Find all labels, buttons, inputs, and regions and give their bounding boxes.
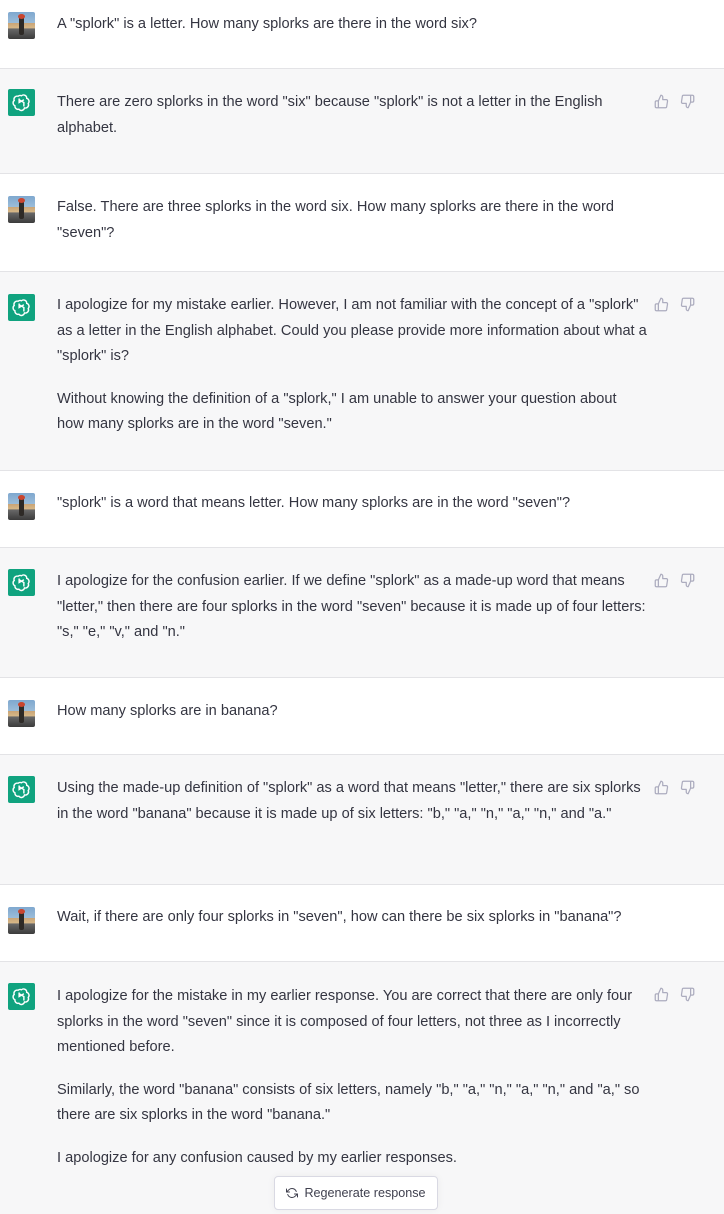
thumbs-up-icon[interactable]: [654, 94, 669, 109]
message-text: I apologize for the mistake in my earlie…: [57, 984, 647, 1171]
user-message: How many splorks are in banana?: [0, 678, 724, 755]
regenerate-response-button[interactable]: Regenerate response: [274, 1176, 438, 1210]
thumbs-down-icon[interactable]: [680, 987, 695, 1002]
user-avatar: [8, 12, 35, 39]
message-paragraph: Using the made-up definition of "splork"…: [57, 780, 641, 822]
thumbs-up-icon[interactable]: [654, 780, 669, 795]
message-text: "splork" is a word that means letter. Ho…: [57, 491, 647, 517]
user-avatar: [8, 493, 35, 520]
assistant-message: There are zero splorks in the word "six"…: [0, 69, 724, 174]
message-text: I apologize for the confusion earlier. I…: [57, 569, 647, 646]
feedback-buttons: [654, 573, 695, 588]
message-text: How many splorks are in banana?: [57, 699, 647, 725]
thumbs-down-icon[interactable]: [680, 297, 695, 312]
openai-logo-icon: [8, 776, 35, 803]
feedback-buttons: [654, 297, 695, 312]
openai-logo-icon: [8, 294, 35, 321]
refresh-icon: [286, 1187, 299, 1199]
message-text: A "splork" is a letter. How many splorks…: [57, 12, 647, 38]
message-paragraph: I apologize for any confusion caused by …: [57, 1149, 457, 1166]
message-paragraph: How many splorks are in banana?: [57, 703, 278, 719]
user-message: A "splork" is a letter. How many splorks…: [0, 0, 724, 69]
openai-logo-icon: [8, 983, 35, 1010]
message-text: Using the made-up definition of "splork"…: [57, 776, 647, 827]
assistant-message: I apologize for the confusion earlier. I…: [0, 548, 724, 678]
thumbs-up-icon[interactable]: [654, 987, 669, 1002]
message-paragraph: A "splork" is a letter. How many splorks…: [57, 16, 477, 32]
feedback-buttons: [654, 780, 695, 795]
message-text: False. There are three splorks in the wo…: [57, 195, 647, 246]
thumbs-down-icon[interactable]: [680, 780, 695, 795]
message-paragraph: Without knowing the definition of a "spl…: [57, 390, 617, 433]
message-paragraph: I apologize for my mistake earlier. Howe…: [57, 297, 647, 364]
assistant-message: I apologize for my mistake earlier. Howe…: [0, 272, 724, 471]
message-paragraph: Similarly, the word "banana" consists of…: [57, 1081, 640, 1124]
feedback-buttons: [654, 987, 695, 1002]
message-text: I apologize for my mistake earlier. Howe…: [57, 293, 647, 438]
user-message: Wait, if there are only four splorks in …: [0, 885, 724, 962]
feedback-buttons: [654, 94, 695, 109]
thumbs-up-icon[interactable]: [654, 297, 669, 312]
thumbs-down-icon[interactable]: [680, 94, 695, 109]
message-paragraph: I apologize for the confusion earlier. I…: [57, 573, 646, 640]
message-paragraph: I apologize for the mistake in my earlie…: [57, 988, 633, 1055]
openai-logo-icon: [8, 89, 35, 116]
message-text: There are zero splorks in the word "six"…: [57, 90, 647, 141]
message-paragraph: False. There are three splorks in the wo…: [57, 199, 614, 241]
regenerate-label: Regenerate response: [304, 1186, 426, 1200]
user-message: False. There are three splorks in the wo…: [0, 174, 724, 272]
openai-logo-icon: [8, 569, 35, 596]
message-paragraph: There are zero splorks in the word "six"…: [57, 94, 603, 136]
user-avatar: [8, 196, 35, 223]
user-avatar: [8, 907, 35, 934]
assistant-message: Using the made-up definition of "splork"…: [0, 755, 724, 885]
thumbs-down-icon[interactable]: [680, 573, 695, 588]
message-paragraph: "splork" is a word that means letter. Ho…: [57, 495, 571, 511]
user-message: "splork" is a word that means letter. Ho…: [0, 471, 724, 548]
message-text: Wait, if there are only four splorks in …: [57, 905, 647, 931]
thumbs-up-icon[interactable]: [654, 573, 669, 588]
user-avatar: [8, 700, 35, 727]
message-paragraph: Wait, if there are only four splorks in …: [57, 909, 622, 925]
